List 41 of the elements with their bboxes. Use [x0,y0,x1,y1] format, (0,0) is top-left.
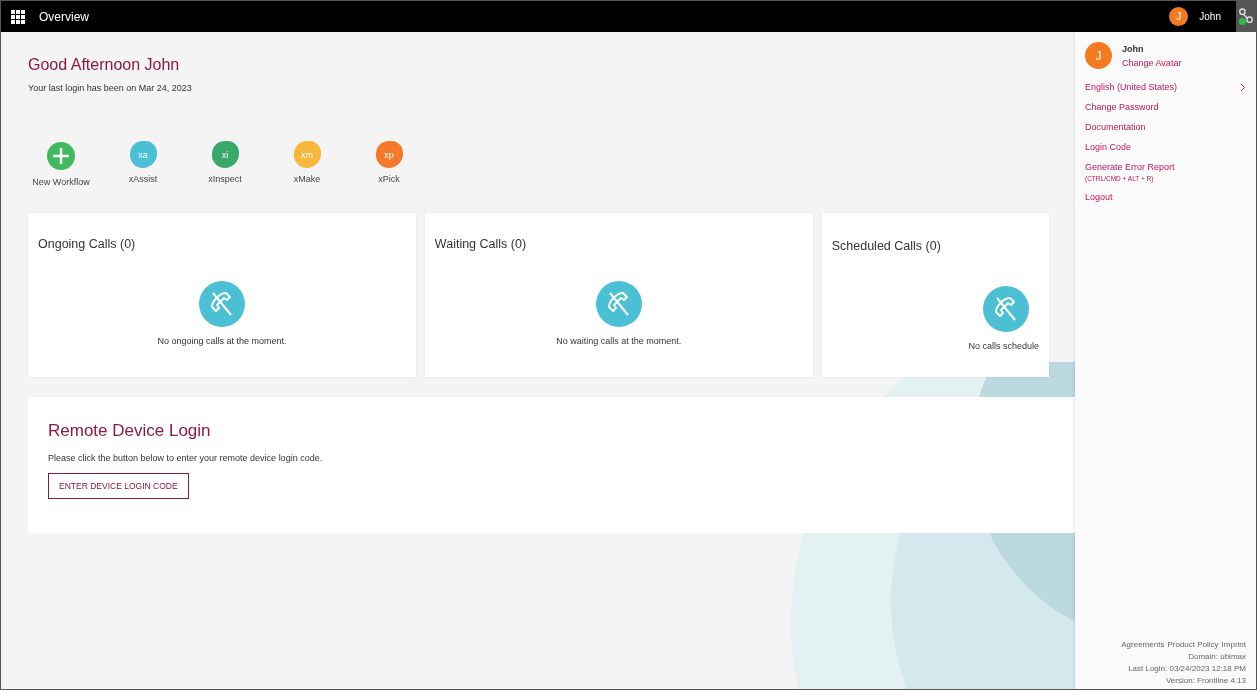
app-label[interactable]: xPick [378,174,400,184]
empty-message: No calls schedule [968,341,1039,351]
last-login-text: Your last login has been on Mar 24, 2023 [28,83,193,93]
call-off-icon [595,281,642,327]
footer-info: Version: Frontline 4.13 [1165,676,1246,685]
call-off-icon [198,281,245,327]
app-label[interactable]: xMake [293,174,321,184]
app-grid-icon[interactable] [11,9,25,24]
menu-item[interactable]: Documentation [1085,122,1146,132]
app-label[interactable]: xAssist [128,174,158,184]
menu-item[interactable]: Login Code [1085,142,1132,152]
connection-status-icon [1238,7,1254,26]
app-label[interactable]: New Workflow [32,177,90,187]
change-avatar-link[interactable]: Change Avatar [1122,57,1182,68]
remote-login-text: Please click the button below to enter your remote device login code. [48,453,324,463]
app-logo-icon[interactable]: xi [211,141,239,168]
app-label[interactable]: xInspect [208,174,242,184]
footer-info: Last Login: 03/24/2023 12:18 PM [1128,664,1246,673]
card-title: Ongoing Calls (0) [38,237,137,251]
page-title: Overview [39,9,89,24]
remote-login-title: Remote Device Login [48,421,212,441]
empty-message: No ongoing calls at the moment. [157,336,287,346]
footer-info: Domain: ubimax [1188,652,1246,661]
user-name: John [1122,43,1145,54]
menu-item[interactable]: English (United States) [1085,82,1178,92]
greeting-title: Good Afternoon John [28,56,181,74]
connection-button[interactable] [1236,1,1256,32]
enter-code-button[interactable]: ENTER DEVICE LOGIN CODE [48,473,189,499]
menu-item[interactable]: Logout [1085,192,1113,202]
footer-link[interactable]: Imprint [1221,640,1246,649]
user-name[interactable]: John [1199,11,1221,22]
menu-item[interactable]: Change Password [1085,102,1159,112]
card-title: Scheduled Calls (0) [831,239,942,253]
user-avatar: J [1085,42,1112,69]
footer-link[interactable]: Agreements [1121,640,1165,649]
chevron-right-icon[interactable] [1240,83,1246,92]
menu-item[interactable]: Generate Error Report [1085,162,1175,172]
card-title: Waiting Calls (0) [434,237,528,251]
footer-link[interactable]: Product Policy [1167,640,1219,649]
empty-message: No waiting calls at the moment. [556,336,682,346]
call-off-icon [983,286,1029,332]
